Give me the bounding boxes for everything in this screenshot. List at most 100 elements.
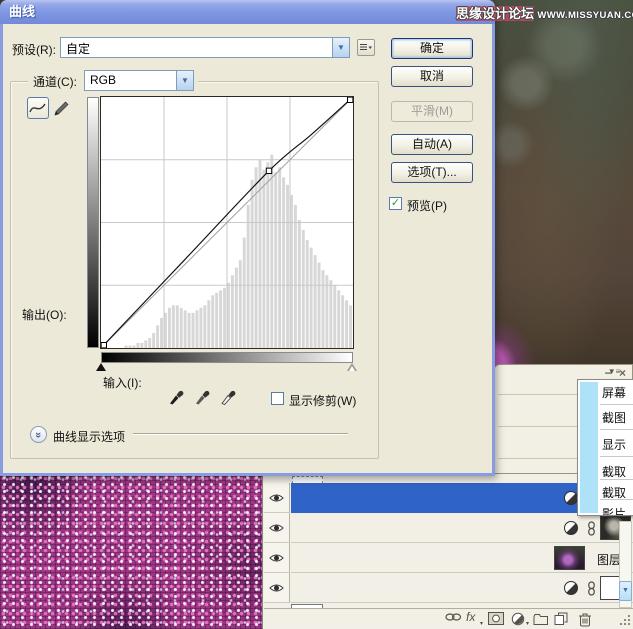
histogram-bar (274, 172, 278, 348)
new-layer-button[interactable] (554, 612, 570, 627)
histogram-bar (238, 260, 242, 348)
folder-icon (533, 614, 548, 625)
layers-scroll-down-button[interactable]: ▼ (619, 581, 632, 601)
new-layer-icon (554, 612, 568, 625)
capture-menu-item[interactable]: 显示 (602, 436, 626, 453)
display-options-rule (133, 433, 348, 435)
histogram-bar (144, 340, 148, 348)
options-button[interactable]: 选项(T)... (391, 162, 473, 183)
capture-menu-flyout-icon[interactable]: ▼≡ (604, 366, 624, 378)
pencil-tool-button[interactable] (53, 100, 70, 117)
preset-dropdown-arrow-icon[interactable]: ▼ (332, 38, 349, 57)
ok-button[interactable]: 确定 (391, 38, 473, 59)
histogram-bar (246, 204, 250, 348)
layer-row-2[interactable]: 曲线 2 (264, 513, 633, 543)
show-clipping-checkbox[interactable] (271, 392, 284, 405)
layer-visibility-toggle[interactable] (264, 573, 290, 603)
layer-style-caret-icon: ▾ (480, 621, 484, 627)
histogram-bar (321, 270, 325, 348)
adjustment-layer-icon[interactable] (564, 491, 578, 505)
layer-row-3[interactable]: 图层 2 (264, 543, 633, 573)
capture-menu-item[interactable]: 屏幕 (602, 384, 626, 401)
layer-row-4[interactable]: 曲线 1 (264, 573, 633, 603)
layer-visibility-toggle[interactable] (264, 513, 290, 543)
screenshot-stage: 思缘设计论坛 WWW.MISSYUAN.COM 曲线 预设(R): 自定 ▼ 确… (0, 0, 633, 629)
eye-icon (269, 553, 284, 562)
white-eyedropper-icon (221, 390, 236, 405)
capture-tool-menu: 屏幕 截图 显示 截取 截取 影片 (577, 379, 633, 516)
histogram-bar (191, 312, 195, 348)
link-layers-button[interactable] (445, 612, 462, 627)
histogram-bar (223, 287, 226, 348)
mask-link-icon[interactable] (587, 521, 596, 536)
curve-control-point[interactable] (101, 342, 107, 348)
adjustment-layer-icon[interactable] (564, 581, 578, 595)
trash-icon (579, 613, 591, 627)
histogram-bar (234, 267, 238, 348)
adjustment-layer-icon (511, 612, 525, 626)
channel-label: 通道(C): (33, 75, 77, 89)
new-adjustment-layer-button[interactable] (511, 612, 527, 627)
histogram-bar (286, 184, 289, 348)
histogram-bar (317, 262, 321, 348)
histogram-bar (195, 310, 199, 348)
panel-resize-grip[interactable] (620, 615, 631, 626)
histogram-bar (207, 300, 211, 348)
display-options-expander[interactable]: » (30, 426, 47, 443)
dialog-title: 曲线 (9, 4, 36, 19)
layer-visibility-toggle[interactable] (264, 483, 290, 513)
adjustment-layer-icon[interactable] (564, 521, 578, 535)
layer-visibility-toggle[interactable] (264, 543, 290, 573)
fabric-photo (0, 474, 263, 629)
gray-eyedropper-button[interactable] (194, 388, 213, 406)
fx-icon: fx (466, 610, 476, 624)
white-point-slider[interactable] (347, 363, 357, 371)
histogram-bar (187, 312, 191, 348)
histogram-bar (183, 310, 187, 348)
layer-thumbnail[interactable] (554, 546, 585, 570)
capture-menu-item[interactable]: 影片 (602, 505, 626, 515)
delete-layer-button[interactable] (578, 612, 594, 627)
curve-plot[interactable] (101, 97, 353, 348)
channel-value: RGB (90, 73, 117, 87)
histogram-bar (293, 204, 297, 348)
histogram-bar (301, 230, 305, 348)
auto-button[interactable]: 自动(A) (391, 134, 473, 155)
add-mask-button[interactable] (488, 612, 504, 627)
histogram-bar (140, 342, 144, 348)
layer-row-background[interactable] (291, 573, 633, 603)
preset-value: 自定 (66, 42, 91, 56)
histogram-bar (132, 345, 136, 348)
preset-combobox[interactable]: 自定 ▼ (60, 37, 350, 58)
histogram-bar (333, 285, 337, 348)
white-eyedropper-button[interactable] (220, 388, 239, 406)
channel-dropdown-arrow-icon[interactable]: ▼ (176, 71, 193, 90)
layers-panel-toolbar: fx ▾ ▾ (264, 608, 633, 629)
mask-link-icon[interactable] (587, 581, 596, 596)
black-point-slider[interactable] (96, 363, 106, 371)
histogram-bar (219, 290, 223, 348)
histogram-bar (297, 219, 301, 348)
smooth-button: 平滑(M) (391, 101, 473, 122)
layer-row-background[interactable] (291, 513, 633, 543)
watermark-site-name: 思缘设计论坛 (456, 6, 535, 21)
capture-menu-item[interactable]: 截图 (602, 409, 626, 426)
preview-checkbox[interactable]: ✓ (389, 197, 402, 210)
curve-control-point[interactable] (265, 167, 273, 175)
black-eyedropper-button[interactable] (168, 388, 187, 406)
menu-separator (600, 404, 633, 405)
output-label: 输出(O): (22, 308, 67, 322)
cancel-button[interactable]: 取消 (391, 66, 473, 87)
dialog-titlebar[interactable]: 曲线 (0, 0, 495, 24)
scroll-down-icon: ▼ (622, 587, 629, 594)
dialog-border-bottom (0, 473, 495, 476)
preset-options-button[interactable] (357, 39, 375, 56)
new-group-button[interactable] (533, 613, 549, 628)
capture-menu-item[interactable]: 截取 (602, 463, 626, 480)
channel-combobox[interactable]: RGB ▼ (84, 70, 194, 91)
eye-icon (269, 523, 284, 532)
menu-separator (600, 429, 633, 430)
curve-control-point[interactable] (347, 97, 353, 103)
curve-tool-button[interactable] (27, 97, 49, 119)
preset-label: 预设(R): (12, 43, 56, 57)
